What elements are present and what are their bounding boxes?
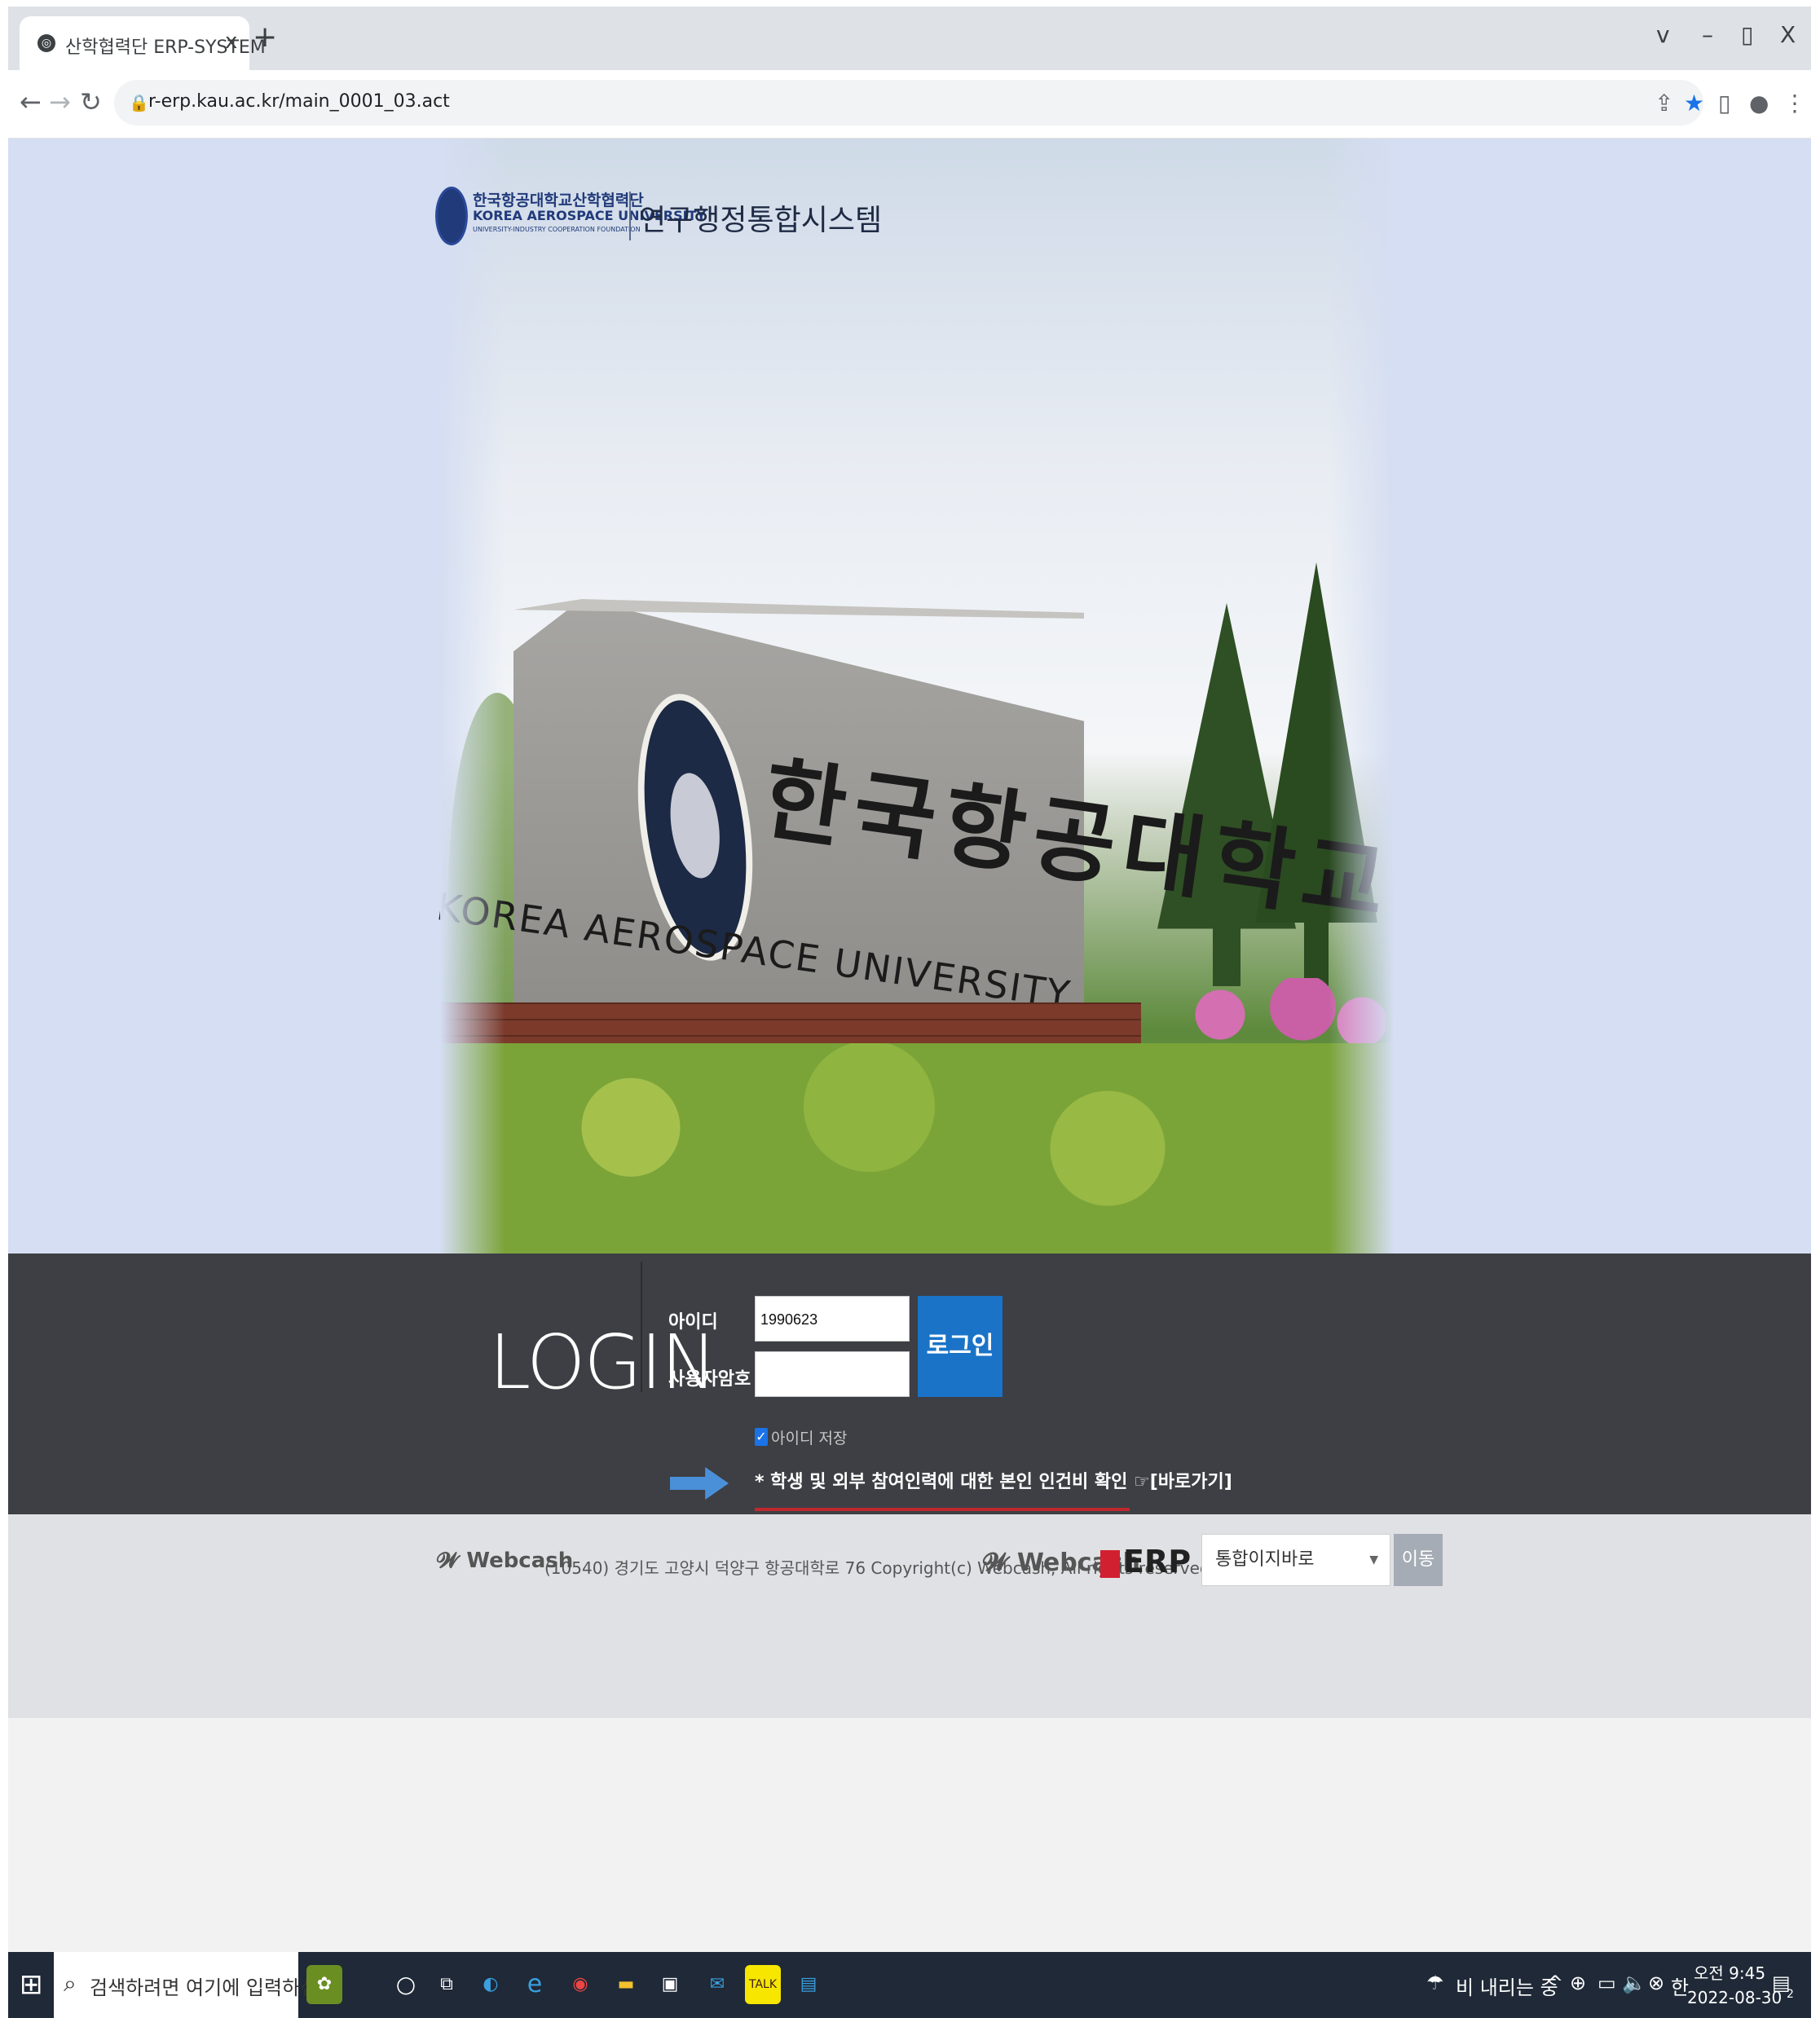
network-icon[interactable]: ⊕ xyxy=(1570,1972,1586,1994)
save-id-checkbox[interactable]: ✓ xyxy=(755,1428,768,1446)
login-divider xyxy=(641,1262,642,1392)
chrome-icon[interactable]: ◉ xyxy=(562,1965,598,2004)
globe-icon: ◎ xyxy=(37,34,55,52)
save-id-label[interactable]: 아이디 저장 xyxy=(771,1426,847,1448)
password-input[interactable] xyxy=(755,1351,910,1397)
notice-underline xyxy=(755,1508,1130,1511)
password-label: 사용자암호 xyxy=(668,1369,751,1390)
university-logo-icon xyxy=(435,187,468,245)
arrow-right-icon xyxy=(670,1467,729,1500)
weather-text[interactable]: 비 내리는 중 xyxy=(1456,1972,1558,2000)
internet-explorer-icon[interactable]: e xyxy=(517,1965,553,2004)
search-icon: ⌕ xyxy=(64,1970,77,1997)
taskbar-search[interactable]: ⌕ 검색하려면 여기에 입력하십시 xyxy=(54,1952,336,2018)
tab-close-button[interactable]: x xyxy=(225,29,237,54)
screen: ◎ 산학협력단 ERP-SYSTEM x + v – ▯ X ← → ↻ 🔒 r… xyxy=(0,0,1820,2018)
erp-text: ERP xyxy=(1123,1544,1192,1580)
id-label: 아이디 xyxy=(668,1312,718,1333)
speaker-icon[interactable]: 🔈 xyxy=(1622,1972,1646,1994)
clock-date[interactable]: 2022-08-30 xyxy=(1687,1988,1782,2007)
minimize-button[interactable]: – xyxy=(1702,21,1713,48)
photo-fade-left xyxy=(440,139,505,1254)
calculator-icon[interactable]: ▤ xyxy=(791,1965,826,2004)
notification-count: 2 xyxy=(1787,1988,1794,2001)
login-button[interactable]: 로그인 xyxy=(918,1296,1003,1397)
shortcut-select[interactable]: 통합이지바로 ▼ xyxy=(1201,1534,1390,1586)
task-view-icon[interactable]: ⧉ xyxy=(429,1965,465,2004)
weather-icon[interactable]: ☂ xyxy=(1426,1972,1444,1994)
browser-tab[interactable]: ◎ 산학협력단 ERP-SYSTEM x xyxy=(20,16,266,70)
personnel-cost-link[interactable]: * 학생 및 외부 참여인력에 대한 본인 인건비 확인 ☞[바로가기] xyxy=(755,1467,1232,1493)
go-button[interactable]: 이동 xyxy=(1394,1534,1443,1586)
new-tab-button[interactable]: + xyxy=(253,23,277,52)
address-bar[interactable]: 🔒 r-erp.kau.ac.kr/main_0001_03.act xyxy=(114,80,1703,126)
url-text[interactable]: r-erp.kau.ac.kr/main_0001_03.act xyxy=(148,91,450,112)
edge-icon[interactable]: ◐ xyxy=(473,1965,509,2004)
bookmark-star-icon[interactable]: ★ xyxy=(1684,90,1704,117)
logo-divider xyxy=(629,192,631,240)
logo-subtitle: UNIVERSITY-INDUSTRY COOPERATION FOUNDATI… xyxy=(473,226,641,233)
clock-time[interactable]: 오전 9:45 xyxy=(1694,1960,1765,1984)
antivirus-icon[interactable]: ⊗ xyxy=(1648,1972,1664,1994)
campus-sign-photo: 한국항공대학교 KOREA AEROSPACE UNIVERSITY xyxy=(434,139,1399,1254)
chevron-down-icon: ▼ xyxy=(1369,1553,1378,1566)
reload-icon[interactable]: ↻ xyxy=(80,86,102,117)
webcash-w-icon-2: 𝓦 xyxy=(983,1549,1009,1577)
kakaotalk-icon[interactable]: TALK xyxy=(745,1965,781,2004)
system-title: 연구행정통합시스템 xyxy=(639,204,883,237)
mail-icon[interactable]: ✉ xyxy=(699,1965,735,2004)
lock-icon[interactable]: 🔒 xyxy=(129,93,149,112)
chevron-up-icon[interactable]: ^ xyxy=(1547,1972,1563,1994)
menu-kebab-icon[interactable]: ⋮ xyxy=(1783,90,1806,117)
forward-icon[interactable]: → xyxy=(49,86,71,117)
eagle-icon xyxy=(663,769,726,882)
logo-korean-name: 한국항공대학교산학협력단 xyxy=(473,192,644,209)
id-input[interactable]: 1990623 xyxy=(755,1296,910,1342)
store-icon[interactable]: ▣ xyxy=(652,1965,688,2004)
restore-button[interactable]: ▯ xyxy=(1741,21,1753,48)
tab-strip: ◎ 산학협력단 ERP-SYSTEM x + v – ▯ X xyxy=(8,7,1811,70)
file-explorer-icon[interactable]: ▬ xyxy=(608,1965,644,2004)
green-bushes xyxy=(440,1043,1394,1254)
windows-taskbar: ⊞ ⌕ 검색하려면 여기에 입력하십시 ✿ ○ ⧉ ◐ e ◉ ▬ ▣ ✉ TA… xyxy=(8,1952,1811,2018)
ime-indicator[interactable]: 한 xyxy=(1671,1972,1689,2000)
search-highlight-icon[interactable]: ✿ xyxy=(306,1965,342,2004)
footer: 𝓦 Webcash (10540) 경기도 고양시 덕양구 항공대학로 76 C… xyxy=(8,1514,1811,1718)
page-content: 한국항공대학교 KOREA AEROSPACE UNIVERSITY 한국항공대… xyxy=(8,139,1811,1952)
erp-logo: ERP xyxy=(1100,1544,1191,1580)
back-icon[interactable]: ← xyxy=(20,86,42,117)
browser-toolbar: ← → ↻ 🔒 r-erp.kau.ac.kr/main_0001_03.act… xyxy=(8,70,1811,139)
taskbar-search-placeholder: 검색하려면 여기에 입력하십시 xyxy=(90,1976,337,1999)
close-window-button[interactable]: X xyxy=(1780,21,1796,48)
login-panel: LOGIN 아이디 1990623 사용자암호 로그인 ✓ 아이디 저장 * 학… xyxy=(8,1254,1811,1514)
share-icon[interactable]: ⇪ xyxy=(1655,90,1673,117)
hero-section: 한국항공대학교 KOREA AEROSPACE UNIVERSITY 한국항공대… xyxy=(8,139,1811,1254)
display-icon[interactable]: ▭ xyxy=(1597,1972,1616,1994)
erp-mark-icon xyxy=(1100,1549,1120,1578)
tab-search-button[interactable]: v xyxy=(1656,21,1670,48)
webcash-w-icon: 𝓦 xyxy=(437,1549,460,1573)
windows-start-icon[interactable]: ⊞ xyxy=(20,1968,43,2001)
profile-icon[interactable]: ● xyxy=(1749,90,1769,117)
photo-fade-right xyxy=(1329,139,1394,1254)
side-panel-icon[interactable]: ▯ xyxy=(1718,90,1730,117)
shortcut-selected-value: 통합이지바로 xyxy=(1215,1549,1315,1570)
cortana-icon[interactable]: ○ xyxy=(388,1965,424,2004)
